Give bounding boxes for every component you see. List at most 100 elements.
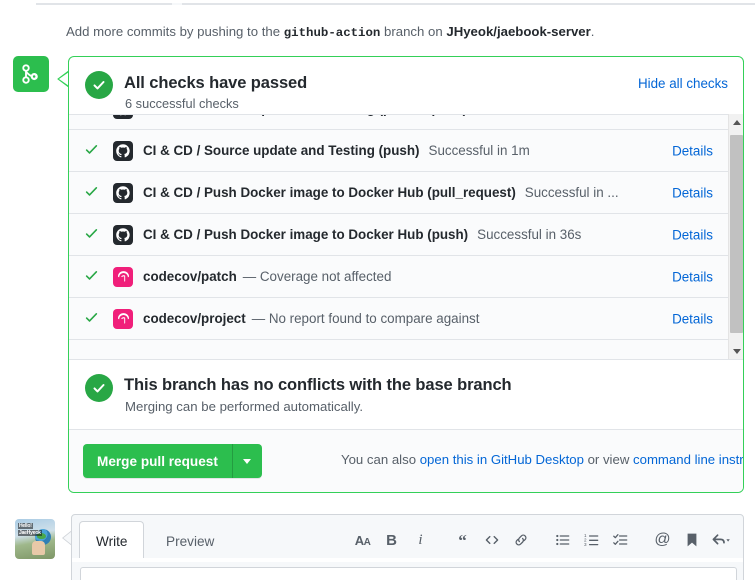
command-line-instructions-link[interactable]: command line instructions	[633, 452, 743, 467]
check-row[interactable]: codecov/project — No report found to comp…	[69, 298, 728, 340]
comment-editor-bottom-edge	[71, 558, 744, 562]
check-row[interactable]: CI & CD / Push Docker image to Docker Hu…	[69, 172, 728, 214]
merge-conflicts-status: This branch has no conflicts with the ba…	[69, 359, 743, 429]
avatar[interactable]: Hello! JaeHyeok	[15, 519, 55, 559]
merge-status-box: All checks have passed 6 successful chec…	[68, 56, 744, 493]
check-name: codecov/project	[143, 311, 246, 326]
merge-pull-request-button[interactable]: Merge pull request	[83, 444, 232, 478]
checks-passed-title: All checks have passed	[124, 74, 308, 92]
check-description: — Coverage not affected	[242, 269, 392, 284]
tab-write[interactable]: Write	[79, 521, 145, 561]
checks-passed-check-icon	[85, 71, 113, 99]
github-actions-icon	[116, 185, 130, 199]
checks-passed-subtitle: 6 successful checks	[125, 96, 239, 111]
top-divider-gap	[172, 3, 182, 5]
codecov-icon	[113, 308, 133, 329]
codecov-icon	[113, 266, 133, 287]
check-status-icon	[69, 268, 113, 286]
svg-text:3: 3	[584, 542, 587, 547]
hint-prefix: Add more commits by pushing to the	[66, 24, 284, 39]
hint-middle: branch on	[380, 24, 447, 39]
hint-repo-name: JHyeok/jaebook-server	[446, 24, 591, 39]
check-name: CI & CD / Push Docker image to Docker Hu…	[143, 227, 469, 242]
check-row[interactable]: CI & CD / Source update and Testing (pus…	[69, 130, 728, 172]
check-row[interactable]: CI & CD / Source update and Testing (pul…	[69, 114, 728, 130]
check-details-link[interactable]: Details	[672, 115, 713, 116]
github-actions-icon	[113, 224, 133, 245]
github-actions-icon	[116, 227, 130, 241]
checks-list: CI & CD / Source update and Testing (pul…	[69, 114, 728, 340]
tab-preview[interactable]: Preview	[150, 521, 230, 561]
hide-all-checks-link[interactable]: Hide all checks	[638, 76, 728, 91]
heading-icon[interactable]: AA	[348, 527, 377, 553]
italic-icon[interactable]: i	[406, 527, 435, 553]
code-icon[interactable]	[477, 527, 506, 553]
markdown-toolbar: AA Bi “ 1 2 3 @	[348, 527, 735, 553]
check-description: Successful in 1m	[428, 143, 530, 158]
bold-icon[interactable]: B	[377, 527, 406, 553]
scroll-up-arrow-icon[interactable]	[729, 114, 743, 130]
avatar-hand	[32, 541, 45, 555]
check-name: CI & CD / Source update and Testing (pul…	[143, 115, 467, 116]
avatar-overlay-line1: Hello!	[18, 523, 33, 529]
avatar-overlay-line2: JaeHyeok	[18, 530, 42, 536]
merge-button-group: Merge pull request	[83, 444, 262, 478]
github-actions-icon	[113, 114, 133, 119]
checks-list-viewport: CI & CD / Source update and Testing (pul…	[69, 114, 743, 359]
pull-request-merge-section: Add more commits by pushing to the githu…	[0, 0, 755, 580]
check-icon	[93, 384, 105, 393]
github-actions-icon	[116, 143, 130, 157]
merge-alternatives-note: You can also open this in GitHub Desktop…	[341, 452, 743, 467]
check-name: CI & CD / Push Docker image to Docker Hu…	[143, 185, 516, 200]
check-details-link[interactable]: Details	[672, 227, 713, 242]
github-actions-icon	[115, 114, 131, 117]
no-conflicts-subtitle: Merging can be performed automatically.	[125, 399, 363, 414]
note-prefix: You can also	[341, 452, 420, 467]
merge-action-footer: Merge pull request You can also open thi…	[69, 429, 743, 492]
github-actions-icon	[113, 140, 133, 161]
top-divider	[36, 3, 755, 5]
check-description: — No report found to compare against	[251, 311, 480, 326]
check-row[interactable]: codecov/patch — Coverage not affected Deta…	[69, 256, 728, 298]
hint-suffix: .	[590, 24, 595, 39]
check-details-link[interactable]: Details	[672, 143, 713, 158]
check-description: Successful in 36s	[477, 227, 582, 242]
unordered-list-icon[interactable]	[548, 527, 577, 553]
no-conflicts-title: This branch has no conflicts with the ba…	[124, 376, 512, 394]
github-desktop-link[interactable]: open this in GitHub Desktop	[420, 452, 584, 467]
checks-summary-header: All checks have passed 6 successful chec…	[69, 57, 743, 114]
check-status-icon	[69, 184, 113, 202]
check-name: codecov/patch	[143, 269, 237, 284]
saved-reply-icon[interactable]	[677, 527, 706, 553]
check-status-icon	[69, 142, 113, 160]
check-status-icon	[69, 226, 113, 244]
mention-icon[interactable]: @	[648, 527, 677, 553]
codecov-icon	[117, 313, 129, 324]
comment-editor: Write Preview AA Bi “ 1 2 3 @	[71, 514, 744, 580]
comment-editor-tabs: Write Preview AA Bi “ 1 2 3 @	[72, 515, 743, 561]
link-icon[interactable]	[506, 527, 535, 553]
github-actions-icon	[113, 182, 133, 203]
git-merge-icon-badge	[13, 56, 49, 92]
check-details-link[interactable]: Details	[672, 185, 713, 200]
hint-branch-name: github-action	[283, 26, 381, 40]
check-status-icon	[69, 115, 113, 118]
checks-list-scrollbar[interactable]	[728, 114, 743, 359]
scrollbar-thumb[interactable]	[730, 135, 743, 333]
reply-icon[interactable]	[706, 527, 735, 553]
merge-options-chevron-down-icon[interactable]	[231, 444, 262, 478]
scroll-down-arrow-icon[interactable]	[729, 343, 743, 359]
comment-body-input[interactable]	[80, 567, 737, 580]
check-details-link[interactable]: Details	[672, 269, 713, 284]
codecov-icon	[117, 271, 129, 282]
check-description: Successful in 1m	[476, 115, 577, 116]
check-description: Successful in ...	[524, 185, 619, 200]
task-list-icon[interactable]	[606, 527, 635, 553]
check-row[interactable]: CI & CD / Push Docker image to Docker Hu…	[69, 214, 728, 256]
check-details-link[interactable]: Details	[672, 311, 713, 326]
ordered-list-icon[interactable]: 123	[577, 527, 606, 553]
add-more-commits-hint: Add more commits by pushing to the githu…	[66, 24, 594, 40]
quote-icon[interactable]: “	[448, 527, 477, 553]
git-merge-icon	[22, 64, 38, 84]
no-conflicts-check-icon	[85, 374, 113, 402]
